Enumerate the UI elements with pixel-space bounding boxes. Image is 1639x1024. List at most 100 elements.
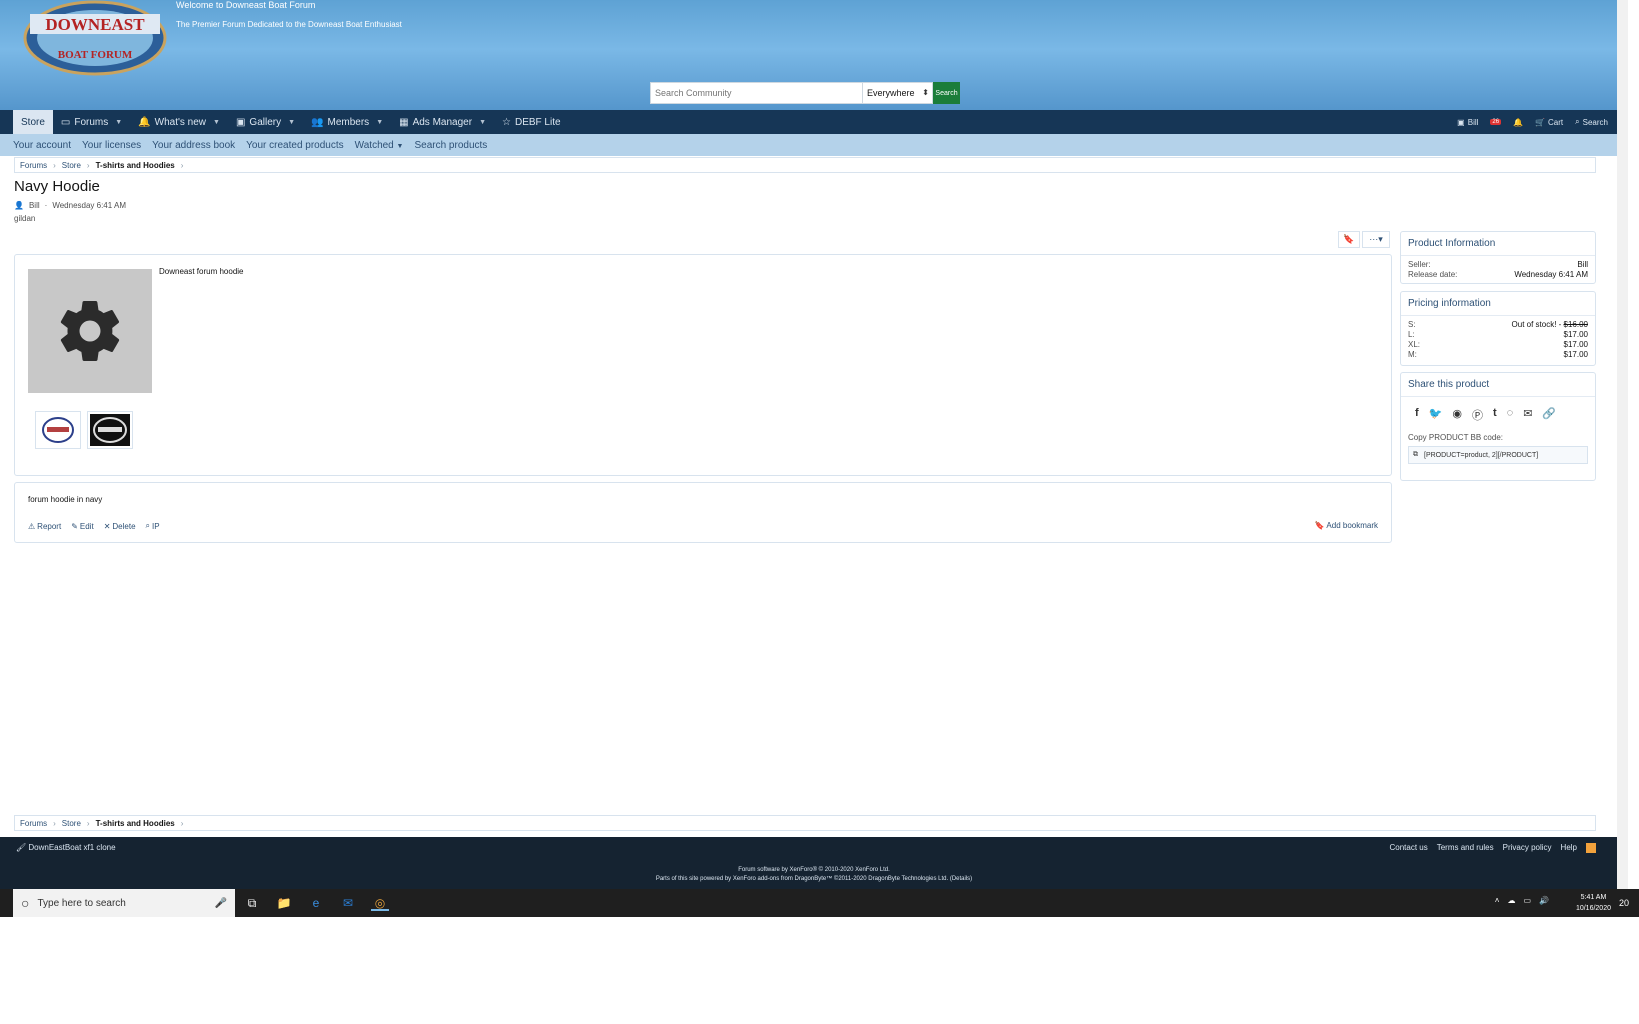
product-main-image[interactable]	[28, 269, 152, 393]
tab-label: What's new	[154, 116, 207, 128]
price-note: Out of stock! -	[1511, 320, 1564, 329]
chevron-down-icon[interactable]: ▼	[376, 119, 383, 126]
ip-button[interactable]: ⌕ IP	[146, 521, 160, 531]
nav-search-button[interactable]: ⌕ Search	[1575, 117, 1608, 127]
chevron-right-icon: ›	[53, 818, 56, 828]
taskbar-clock[interactable]: 5:41 AM 10/16/2020	[1576, 892, 1611, 914]
footer-help-link[interactable]: Help	[1561, 843, 1577, 853]
ellipsis-icon: ···▾	[1369, 234, 1383, 244]
cart-button[interactable]: 🛒 Cart	[1535, 118, 1563, 127]
task-view-icon[interactable]: ⧉	[243, 895, 261, 911]
more-options-button[interactable]: ···▾	[1362, 231, 1390, 248]
chevron-right-icon: ›	[53, 160, 56, 170]
add-bookmark-button[interactable]: 🔖 Add bookmark	[1315, 521, 1378, 530]
whatsapp-icon[interactable]: ◌	[1507, 407, 1514, 423]
chevron-down-icon[interactable]: ▼	[213, 119, 220, 126]
footer-terms-link[interactable]: Terms and rules	[1437, 843, 1494, 853]
product-tag[interactable]: gildan	[14, 214, 35, 223]
inbox-badge: 26	[1490, 119, 1502, 125]
subnav-your-licenses[interactable]: Your licenses	[82, 140, 141, 151]
taskbar-search[interactable]: ○ Type here to search 🎤	[13, 889, 235, 917]
report-button[interactable]: ⚠ Report	[28, 521, 61, 531]
subnav-created-products[interactable]: Your created products	[246, 140, 343, 151]
breadcrumb-forums[interactable]: Forums	[20, 819, 47, 828]
price-size: S:	[1408, 320, 1416, 329]
copy-icon[interactable]: ⧉	[1413, 451, 1418, 459]
delete-button[interactable]: ✕ Delete	[104, 521, 136, 531]
meta-separator: ·	[44, 201, 48, 210]
outlook-icon[interactable]: ✉	[339, 895, 357, 911]
system-tray: ˄ ☁ ▭ 🔊	[1495, 896, 1549, 905]
reddit-icon[interactable]: ◉	[1452, 407, 1462, 423]
author-link[interactable]: Bill	[29, 201, 40, 210]
share-title: Share this product	[1401, 373, 1595, 397]
tab-gallery[interactable]: ▣ Gallery ▼	[228, 110, 303, 134]
chrome-icon[interactable]: ◎	[371, 895, 389, 911]
tab-forums[interactable]: ▭ Forums ▼	[53, 110, 130, 134]
site-logo[interactable]: DOWNEAST BOAT FORUM	[20, 0, 170, 80]
thumbnail-2[interactable]	[87, 411, 133, 449]
bookmark-icon: 🔖	[1314, 521, 1325, 530]
onedrive-icon[interactable]: ☁	[1507, 896, 1515, 905]
chevron-down-icon[interactable]: ▼	[115, 119, 122, 126]
subnav-address-book[interactable]: Your address book	[152, 140, 235, 151]
tab-members[interactable]: 👥 Members ▼	[303, 110, 391, 134]
search-input[interactable]	[650, 82, 863, 104]
chevron-down-icon[interactable]: ▼	[479, 119, 486, 126]
tab-ads-manager[interactable]: ▦ Ads Manager ▼	[391, 110, 494, 134]
rss-icon[interactable]	[1586, 843, 1596, 853]
user-name: Bill	[1467, 117, 1479, 127]
volume-icon[interactable]: 🔊	[1539, 896, 1549, 905]
seller-value[interactable]: Bill	[1577, 260, 1588, 270]
tab-debf-lite[interactable]: ☆ DEBF Lite	[494, 110, 569, 134]
warning-icon: ⚠	[28, 521, 36, 531]
search-button[interactable]: Search	[933, 82, 960, 104]
tab-whats-new[interactable]: 🔔 What's new ▼	[130, 110, 228, 134]
search-icon: ⌕	[145, 521, 150, 530]
breadcrumb-category[interactable]: T-shirts and Hoodies	[96, 161, 175, 170]
tab-label: Gallery	[249, 116, 282, 128]
tumblr-icon[interactable]: t	[1493, 407, 1497, 423]
tab-store[interactable]: Store	[13, 110, 53, 134]
subnav-search-products[interactable]: Search products	[414, 140, 487, 151]
inbox-button[interactable]: 26	[1490, 119, 1502, 125]
site-footer: 🖌 DownEastBoat xf1 clone Contact us Term…	[0, 837, 1628, 889]
email-icon[interactable]: ✉	[1523, 407, 1532, 423]
chevron-down-icon[interactable]: ▼	[288, 119, 295, 126]
twitter-icon[interactable]: 🐦	[1429, 407, 1443, 423]
bookmark-button[interactable]: 🔖	[1338, 231, 1360, 248]
breadcrumb-bottom: Forums › Store › T-shirts and Hoodies ›	[14, 815, 1596, 831]
facebook-icon[interactable]: f	[1415, 407, 1419, 423]
subnav-watched[interactable]: Watched ▼	[355, 140, 404, 151]
site-header: DOWNEAST BOAT FORUM Welcome to Downeast …	[0, 0, 1628, 110]
alerts-bell-icon[interactable]: 🔔	[1513, 118, 1523, 127]
subnav-your-account[interactable]: Your account	[13, 140, 71, 151]
pinterest-icon[interactable]: Ⓟ	[1472, 407, 1483, 423]
network-icon[interactable]: ▭	[1523, 896, 1531, 905]
search-scope-select[interactable]: Everywhere ⬍	[863, 82, 933, 104]
style-chooser[interactable]: 🖌 DownEastBoat xf1 clone	[16, 843, 116, 852]
clock-time: 5:41 AM	[1580, 894, 1607, 901]
bb-code-value: [PRODUCT=product, 2][/PRODUCT]	[1424, 451, 1539, 459]
breadcrumb-store[interactable]: Store	[62, 161, 81, 170]
link-icon[interactable]: 🔗	[1542, 407, 1556, 423]
internet-explorer-icon[interactable]: e	[307, 895, 325, 911]
file-explorer-icon[interactable]: 📁	[275, 895, 293, 911]
breadcrumb-store[interactable]: Store	[62, 819, 81, 828]
copyright-dragonbyte: Parts of this site powered by XenForo ad…	[655, 876, 973, 882]
chevron-up-icon[interactable]: ˄	[1495, 896, 1500, 905]
post-date[interactable]: Wednesday 6:41 AM	[52, 201, 126, 210]
bb-code-field[interactable]: ⧉ [PRODUCT=product, 2][/PRODUCT]	[1408, 446, 1588, 464]
chevron-right-icon: ›	[86, 160, 90, 170]
pricing-information-block: Pricing information S: Out of stock! - $1…	[1400, 291, 1596, 366]
notification-center-icon[interactable]: 20	[1615, 895, 1633, 911]
breadcrumb-category[interactable]: T-shirts and Hoodies	[96, 819, 175, 828]
footer-privacy-link[interactable]: Privacy policy	[1503, 843, 1552, 853]
thumbnail-1[interactable]	[35, 411, 81, 449]
user-menu[interactable]: ▣ Bill	[1457, 118, 1478, 127]
page-scrollbar[interactable]	[1617, 0, 1628, 889]
microphone-icon[interactable]: 🎤	[215, 898, 227, 909]
edit-button[interactable]: ✎ Edit	[71, 521, 94, 531]
footer-contact-link[interactable]: Contact us	[1389, 843, 1427, 853]
breadcrumb-forums[interactable]: Forums	[20, 161, 47, 170]
